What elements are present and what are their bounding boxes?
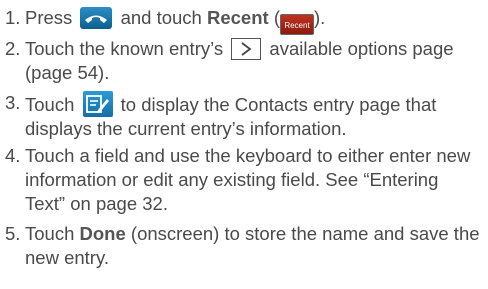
- step-text: Touch: [25, 223, 75, 244]
- instruction-page: 1. Press and touch Recent (Recent). 2. T…: [0, 0, 488, 289]
- step-number: 5.: [5, 223, 21, 244]
- step-text: and touch: [120, 7, 202, 28]
- recent-label: Recent: [206, 7, 269, 28]
- step-number: 1.: [5, 7, 21, 28]
- step-text: ).: [314, 7, 326, 28]
- phone-handset-icon: [80, 7, 113, 29]
- step-4: 4. Touch a field and use the keyboard to…: [5, 144, 483, 216]
- step-number: 4.: [5, 145, 21, 166]
- chevron-right-icon: [231, 38, 262, 60]
- edit-contact-icon: [82, 91, 113, 117]
- step-2: 2. Touch the known entry’s available opt…: [5, 37, 483, 85]
- step-number: 2.: [5, 38, 21, 59]
- step-number: 3.: [5, 92, 21, 113]
- recent-key-icon: Recent: [280, 14, 314, 35]
- step-text: Press: [25, 7, 73, 28]
- step-3: 3. Touch to display the Contacts entry p…: [5, 91, 483, 141]
- step-text: Touch a field and use the keyboard to ei…: [25, 145, 471, 214]
- step-text: Touch the known entry’s: [25, 38, 224, 59]
- step-1: 1. Press and touch Recent (Recent).: [5, 6, 483, 35]
- step-5: 5. Touch Done (onscreen) to store the na…: [5, 222, 483, 270]
- step-text: Touch: [25, 94, 75, 115]
- done-label: Done: [79, 223, 126, 244]
